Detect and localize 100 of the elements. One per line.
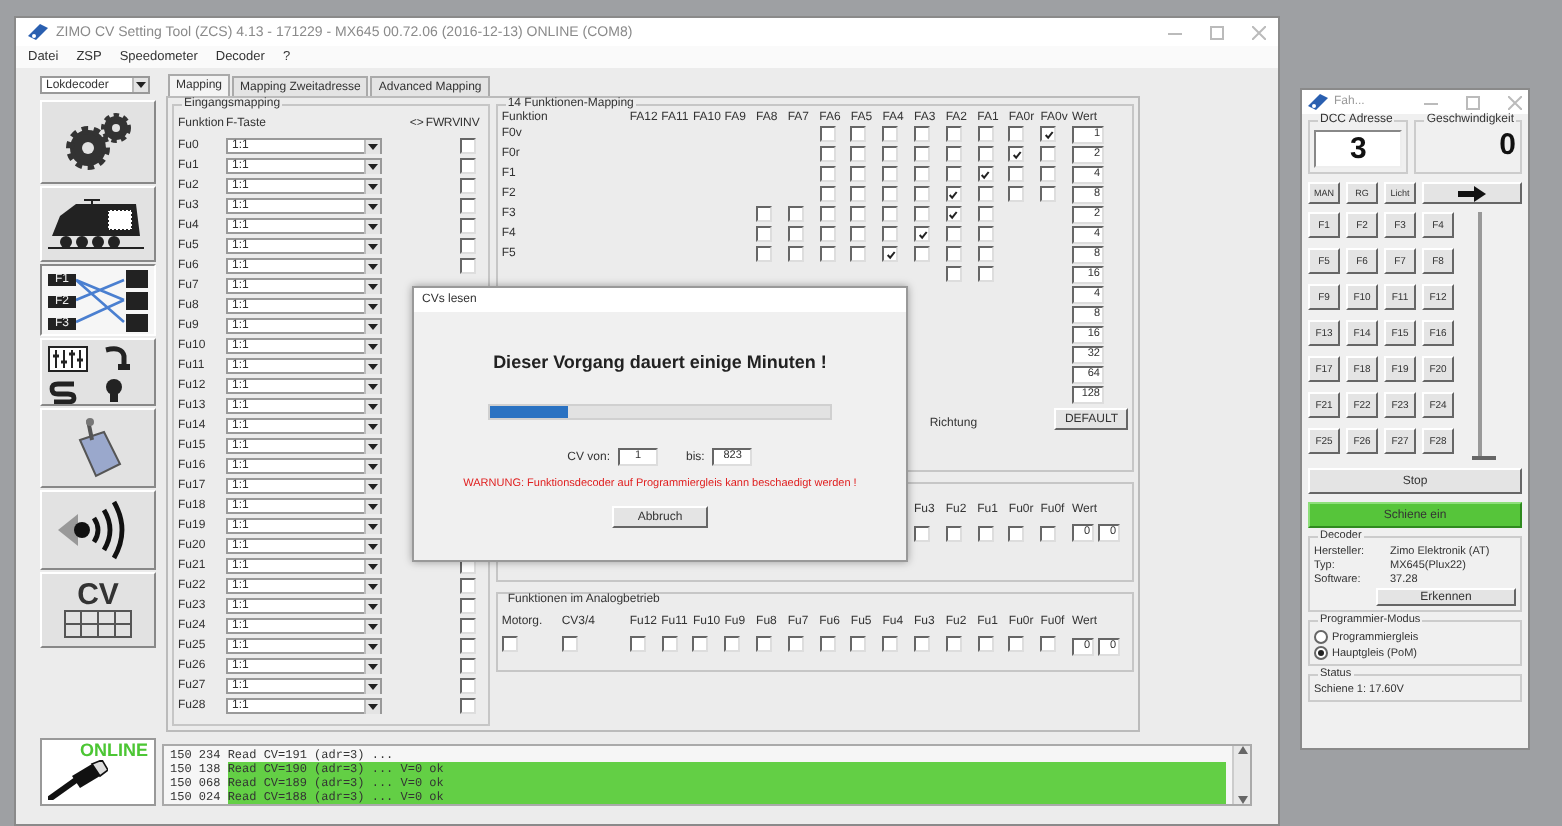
scrollbar[interactable]	[1232, 746, 1250, 804]
checkbox[interactable]	[459, 238, 476, 254]
checkbox[interactable]	[1040, 525, 1057, 541]
checkbox[interactable]	[914, 126, 931, 142]
checkbox[interactable]	[819, 226, 836, 242]
tool-button[interactable]: CV	[40, 572, 156, 648]
checkbox[interactable]	[1008, 525, 1025, 541]
checkbox[interactable]	[787, 226, 804, 242]
checkbox[interactable]	[459, 598, 476, 614]
checkbox[interactable]	[882, 126, 899, 142]
checkbox[interactable]	[977, 226, 994, 242]
checkbox[interactable]	[724, 636, 741, 652]
checkbox[interactable]	[882, 186, 899, 202]
checkbox[interactable]	[977, 266, 994, 282]
scroll-up-icon[interactable]	[1237, 746, 1247, 754]
tool-button[interactable]	[40, 100, 156, 184]
checkbox[interactable]	[882, 146, 899, 162]
checkbox[interactable]	[787, 246, 804, 262]
checkbox[interactable]	[977, 246, 994, 262]
checkbox[interactable]	[756, 226, 773, 242]
checkbox[interactable]	[945, 226, 962, 242]
checkbox[interactable]	[882, 206, 899, 222]
checkbox[interactable]	[501, 636, 518, 652]
checkbox[interactable]	[819, 166, 836, 182]
tool-button[interactable]	[40, 186, 156, 262]
checkbox[interactable]	[459, 678, 476, 694]
checkbox[interactable]	[661, 636, 678, 652]
checkbox[interactable]	[977, 636, 994, 652]
checkbox[interactable]	[1040, 636, 1057, 652]
checkbox[interactable]	[850, 246, 867, 262]
tool-button[interactable]	[40, 490, 156, 570]
checkbox[interactable]	[819, 126, 836, 142]
checkbox[interactable]	[850, 636, 867, 652]
checkbox[interactable]	[692, 636, 709, 652]
checkbox[interactable]	[459, 578, 476, 594]
checkbox[interactable]	[819, 246, 836, 262]
checkbox[interactable]	[459, 658, 476, 674]
checkbox[interactable]	[459, 158, 476, 174]
checkbox[interactable]	[882, 246, 899, 262]
checkbox[interactable]	[850, 146, 867, 162]
checkbox[interactable]	[459, 258, 476, 274]
checkbox[interactable]	[850, 226, 867, 242]
checkbox[interactable]	[850, 186, 867, 202]
checkbox[interactable]	[1008, 166, 1025, 182]
checkbox[interactable]	[1008, 186, 1025, 202]
checkbox[interactable]	[977, 166, 994, 182]
checkbox[interactable]	[459, 218, 476, 234]
checkbox[interactable]	[756, 636, 773, 652]
checkbox[interactable]	[756, 206, 773, 222]
checkbox[interactable]	[945, 126, 962, 142]
checkbox[interactable]	[850, 126, 867, 142]
checkbox[interactable]	[1008, 146, 1025, 162]
checkbox[interactable]	[945, 206, 962, 222]
checkbox[interactable]	[945, 246, 962, 262]
checkbox[interactable]	[459, 198, 476, 214]
checkbox[interactable]	[629, 636, 646, 652]
checkbox[interactable]	[882, 226, 899, 242]
checkbox[interactable]	[819, 636, 836, 652]
checkbox[interactable]	[787, 206, 804, 222]
checkbox[interactable]	[561, 636, 578, 652]
checkbox[interactable]	[850, 166, 867, 182]
checkbox[interactable]	[977, 146, 994, 162]
checkbox[interactable]	[819, 186, 836, 202]
scroll-down-icon[interactable]	[1237, 796, 1247, 804]
checkbox[interactable]	[1040, 166, 1057, 182]
checkbox[interactable]	[914, 246, 931, 262]
checkbox[interactable]	[787, 636, 804, 652]
checkbox[interactable]	[945, 166, 962, 182]
checkbox[interactable]	[459, 138, 476, 154]
checkbox[interactable]	[1040, 146, 1057, 162]
checkbox[interactable]	[850, 206, 867, 222]
direction-button[interactable]	[1422, 182, 1522, 204]
checkbox[interactable]	[459, 698, 476, 714]
checkbox[interactable]	[1040, 186, 1057, 202]
checkbox[interactable]	[459, 638, 476, 654]
address-field[interactable]: 3	[1314, 130, 1403, 168]
checkbox[interactable]	[977, 525, 994, 541]
checkbox[interactable]	[914, 166, 931, 182]
checkbox[interactable]	[914, 206, 931, 222]
checkbox[interactable]	[977, 186, 994, 202]
tool-button[interactable]	[40, 408, 156, 488]
checkbox[interactable]	[914, 146, 931, 162]
checkbox[interactable]	[914, 636, 931, 652]
checkbox[interactable]	[977, 126, 994, 142]
checkbox[interactable]	[914, 226, 931, 242]
checkbox[interactable]	[977, 206, 994, 222]
checkbox[interactable]	[1008, 636, 1025, 652]
speed-slider[interactable]	[1466, 212, 1494, 460]
checkbox[interactable]	[1008, 126, 1025, 142]
radio-button[interactable]	[1314, 630, 1328, 644]
checkbox[interactable]	[882, 166, 899, 182]
checkbox[interactable]	[945, 266, 962, 282]
checkbox[interactable]	[945, 146, 962, 162]
checkbox[interactable]	[945, 525, 962, 541]
checkbox[interactable]	[914, 186, 931, 202]
checkbox[interactable]	[756, 246, 773, 262]
checkbox[interactable]	[945, 636, 962, 652]
checkbox[interactable]	[819, 146, 836, 162]
checkbox[interactable]	[914, 525, 931, 541]
checkbox[interactable]	[819, 206, 836, 222]
